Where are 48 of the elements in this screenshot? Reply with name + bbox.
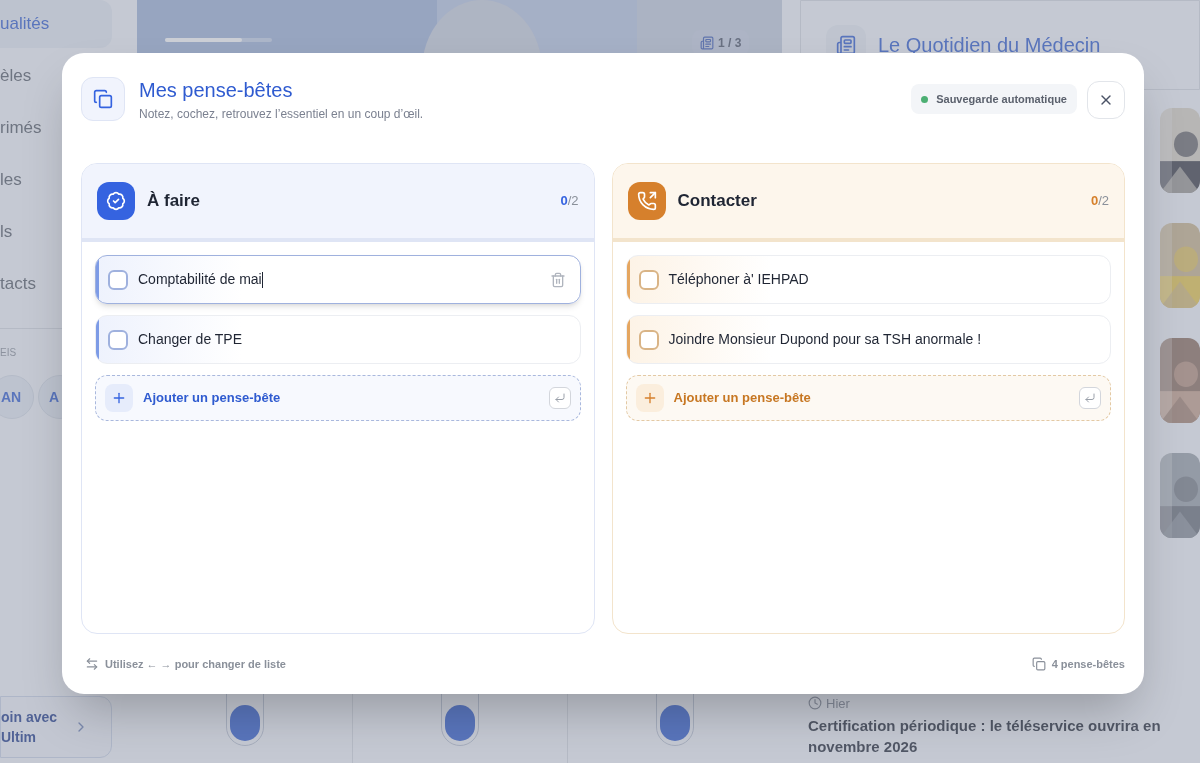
trash-icon[interactable] <box>549 271 566 288</box>
news-title: Le Quotidien du Médecin <box>878 33 1101 58</box>
enter-key-icon <box>1079 387 1101 409</box>
footer-hint: Utilisez ← → pour changer de liste <box>105 656 287 672</box>
sidebar-item[interactable]: ualités <box>0 0 112 48</box>
add-item-button[interactable]: Ajouter un pense-bête <box>625 375 1111 421</box>
checkbox[interactable] <box>108 329 128 350</box>
newspaper-icon <box>700 36 714 50</box>
swap-icon <box>85 657 99 671</box>
phone-icon <box>636 191 657 211</box>
list-title: Contacter <box>677 190 758 213</box>
promo-card[interactable]: oin avec Ultim <box>0 696 112 758</box>
counter-text: 1 / 3 <box>718 35 742 52</box>
task-text[interactable]: Comptabilité de mai <box>138 269 540 290</box>
dialog-subtitle: Notez, cochez, retrouvez l’essentiel en un coup d’œil. <box>139 106 425 123</box>
news-time: Hier <box>826 694 850 713</box>
list-title: À faire <box>147 190 201 213</box>
promo-text: oin avec Ultim <box>1 708 59 747</box>
notes-count: 4 pense-bêtes <box>1051 656 1125 672</box>
task-item[interactable]: Joindre Monsieur Dupond pour sa TSH anormale ! <box>625 315 1111 364</box>
autosave-badge: Sauvegarde automatique <box>911 84 1077 114</box>
task-item[interactable]: Téléphoner à' IEHPAD <box>625 255 1111 304</box>
news-headline[interactable]: Certification périodique : le téléservice ouvrira en novembre 2026 <box>808 715 1178 757</box>
list-count: 0/2 <box>1090 192 1109 211</box>
checkbox[interactable] <box>638 329 659 350</box>
notes-icon <box>1031 657 1046 671</box>
plus-icon <box>635 384 664 412</box>
add-item-button[interactable]: Ajouter un pense-bête <box>95 375 581 421</box>
dialog-title: Mes pense-bêtes <box>139 78 294 103</box>
section-label: EIS <box>0 347 17 358</box>
plus-icon <box>105 384 133 412</box>
toggle-knob <box>660 705 690 741</box>
notes-icon <box>81 77 125 121</box>
task-text[interactable]: Changer de TPE <box>138 329 566 350</box>
close-button[interactable] <box>1087 81 1125 119</box>
clock-icon <box>808 696 822 711</box>
badge-check-icon <box>106 191 126 211</box>
toggle-knob <box>445 705 475 741</box>
toggle-knob <box>229 705 260 741</box>
checkbox[interactable] <box>638 269 659 290</box>
task-text[interactable]: Joindre Monsieur Dupond pour sa TSH anormale ! <box>668 329 1096 350</box>
task-item[interactable]: Changer de TPE <box>95 315 581 364</box>
list-count: 0/2 <box>560 192 579 211</box>
enter-key-icon <box>548 387 571 409</box>
task-item[interactable]: Comptabilité de mai <box>95 255 581 304</box>
task-text[interactable]: Téléphoner à' IEHPAD <box>668 269 1096 290</box>
avatar[interactable]: AN <box>0 375 34 419</box>
checkbox[interactable] <box>108 269 128 290</box>
